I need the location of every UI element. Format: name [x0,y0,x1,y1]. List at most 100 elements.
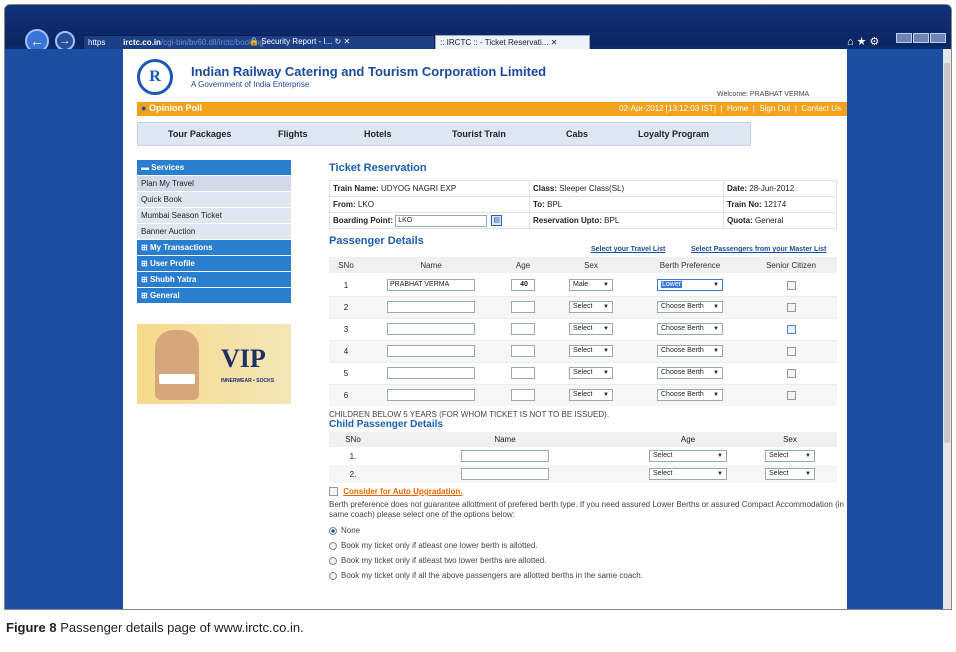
child-col-sno: SNo [329,432,377,447]
sign-out-link[interactable]: Sign Out [759,104,790,113]
star-icon[interactable]: ★ [857,36,870,48]
menu-flights[interactable]: Flights [278,129,308,139]
option-same-coach[interactable]: Book my ticket only if all the above pas… [329,568,849,583]
sidebar-shubh-yatra[interactable]: ⊞ Shubh Yatra [137,272,291,288]
contact-us-link[interactable]: Contact Us [801,104,841,113]
passenger-name-input[interactable] [387,323,475,335]
passenger-berth-select[interactable]: Choose Berth ▼ [657,345,723,357]
close-button[interactable] [930,33,946,43]
auto-upgrade-checkbox[interactable] [329,487,338,497]
passenger-name-input[interactable]: PRABHAT VERMA [387,279,475,292]
child-sex-select[interactable]: Select ▼ [765,468,815,480]
passenger-name-input[interactable] [387,345,475,357]
radio-one-lower[interactable] [329,542,337,551]
passenger-berth-select[interactable]: Choose Berth ▼ [657,301,723,313]
child-sno: 2. [349,469,357,479]
sidebar-my-transactions[interactable]: ⊞ My Transactions [137,240,291,256]
child-sex-select[interactable]: Select ▼ [765,450,815,462]
boarding-point-input[interactable]: LKO [395,214,488,227]
sidebar-general[interactable]: ⊞ General [137,288,291,304]
scrollbar-thumb[interactable] [944,63,950,443]
auto-upgrade-label[interactable]: Consider for Auto Upgradation. [343,487,462,496]
minimize-button[interactable] [896,33,912,43]
passenger-sex-select[interactable]: Select ▼ [569,323,613,335]
chevron-down-icon: ▼ [713,304,719,310]
passenger-name-input[interactable] [387,367,475,379]
travel-list-link[interactable]: Select your Travel List [591,246,665,253]
sidebar-item-plan-my-travel[interactable]: Plan My Travel [137,176,291,192]
passenger-berth-value: Choose Berth [661,325,704,332]
forward-arrow-icon[interactable]: → [55,31,75,51]
journey-info-table: Train Name: UDYOG NAGRI EXP Class: Sleep… [329,180,837,229]
col-age: Age [499,257,547,275]
chevron-down-icon: ▼ [717,471,723,477]
senior-citizen-checkbox[interactable] [786,368,796,378]
passenger-age-input[interactable]: 40 [511,279,535,292]
page-viewport: R Indian Railway Catering and Tourism Co… [5,49,943,609]
org-title: Indian Railway Catering and Tourism Corp… [191,64,547,79]
sidebar-services[interactable]: ▬ Services [137,160,291,176]
radio-same-coach[interactable] [329,572,337,581]
passenger-sex-select[interactable]: Select ▼ [569,301,613,313]
passenger-sex-select[interactable]: Select ▼ [569,389,613,402]
passenger-age-input[interactable] [511,301,535,313]
station-list-icon[interactable]: ▤ [491,215,503,226]
passenger-age-input[interactable] [511,389,535,402]
senior-citizen-checkbox[interactable] [786,346,796,356]
radio-two-lower[interactable] [329,557,337,566]
senior-citizen-checkbox[interactable] [786,302,796,312]
menu-tour-packages[interactable]: Tour Packages [168,129,231,139]
passenger-sex-value: Select [573,347,593,354]
berth-note: Berth preference does not guarantee allo… [329,500,844,520]
passenger-berth-select[interactable]: Choose Berth ▼ [657,389,723,402]
opinion-poll-label: Opinion Poll [148,103,202,113]
address-protocol: https [88,38,106,47]
col-sno: SNo [329,257,363,275]
vip-advertisement[interactable]: VIP INNERWEAR • SOCKS [137,324,291,404]
menu-loyalty-program[interactable]: Loyalty Program [638,129,709,139]
senior-citizen-checkbox[interactable] [786,280,796,290]
home-icon[interactable]: ⌂ [847,36,857,48]
child-name-input[interactable] [461,468,549,480]
passenger-sex-select[interactable]: Male ▼ [569,279,613,292]
menu-tourist-train[interactable]: Tourist Train [452,129,506,139]
passenger-age-input[interactable] [511,345,535,357]
passenger-berth-select[interactable]: Lower ▼ [657,279,723,292]
passenger-name-input[interactable] [387,301,475,313]
option-none-label: None [341,526,361,536]
menu-cabs[interactable]: Cabs [566,129,588,139]
gear-icon[interactable]: ⚙ [870,36,883,48]
opinion-poll-link[interactable]: ● Opinion Poll [141,103,202,113]
senior-citizen-checkbox[interactable] [786,390,796,400]
child-name-input[interactable] [461,450,549,462]
senior-citizen-checkbox[interactable] [786,324,796,334]
passenger-sex-select[interactable]: Select ▼ [569,367,613,379]
sidebar-item-mumbai-season-ticket[interactable]: Mumbai Season Ticket [137,208,291,224]
passenger-berth-select[interactable]: Choose Berth ▼ [657,323,723,335]
ad-model-image [155,330,199,400]
sidebar-user-profile[interactable]: ⊞ User Profile [137,256,291,272]
option-two-lower[interactable]: Book my ticket only if atleast two lower… [329,553,849,568]
sidebar-item-banner-auction[interactable]: Banner Auction [137,224,291,240]
top-links: 02-Apr-2012 [13:12:03 IST] | Home | Sign… [619,104,841,113]
menu-hotels[interactable]: Hotels [364,129,392,139]
option-one-lower[interactable]: Book my ticket only if atleast one lower… [329,538,849,553]
radio-none[interactable] [329,527,337,536]
home-link[interactable]: Home [727,104,748,113]
child-age-select[interactable]: Select ▼ [649,468,727,480]
maximize-button[interactable] [913,33,929,43]
passenger-sex-select[interactable]: Select ▼ [569,345,613,357]
date-label: Date: [727,184,748,193]
option-none[interactable]: None [329,523,849,538]
tab-irctc-label: :: IRCTC :: - Ticket Reservati... [440,38,549,47]
master-list-link[interactable]: Select Passengers from your Master List [691,246,826,253]
passenger-age-input[interactable] [511,367,535,379]
child-age-value: Select [653,452,673,459]
vertical-scrollbar[interactable] [943,49,951,609]
passenger-age-input[interactable] [511,323,535,335]
child-age-select[interactable]: Select ▼ [649,450,727,462]
passenger-berth-select[interactable]: Choose Berth ▼ [657,367,723,379]
sidebar-item-quick-book[interactable]: Quick Book [137,192,291,208]
passenger-name-input[interactable] [387,389,475,402]
journey-date: 28-Jun-2012 [749,184,795,193]
